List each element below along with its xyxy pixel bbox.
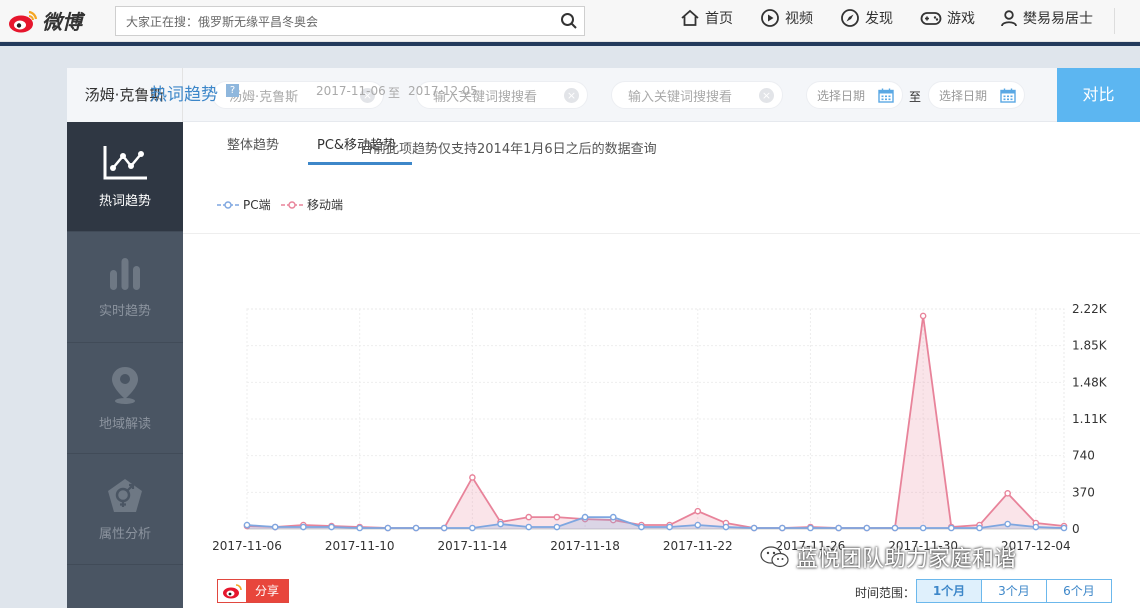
- pc-data-point: [328, 523, 335, 531]
- share-button-label: 分享: [246, 580, 288, 602]
- range-1-month-button[interactable]: 1个月: [916, 579, 982, 603]
- y-tick-label: 0: [1072, 522, 1080, 536]
- pc-data-point: [976, 524, 983, 532]
- pc-data-point: [609, 513, 617, 521]
- pc-data-point: [666, 523, 673, 531]
- y-tick-label: 370: [1072, 485, 1095, 499]
- pc-data-point: [948, 524, 955, 532]
- range-3-months-button[interactable]: 3个月: [981, 579, 1047, 603]
- share-button[interactable]: 分享: [217, 579, 289, 603]
- pc-data-point: [356, 524, 363, 532]
- pc-data-point: [553, 523, 561, 531]
- time-range-label: 时间范围：: [855, 586, 916, 600]
- pc-data-point: [835, 524, 842, 532]
- x-tick-label: 2017-11-10: [325, 539, 395, 553]
- pc-data-point: [807, 524, 814, 532]
- pc-data-point: [778, 524, 786, 532]
- pc-data-point: [525, 523, 533, 531]
- pc-data-point: [497, 520, 504, 528]
- y-tick-label: 1.85K: [1072, 339, 1108, 353]
- trend-chart: 0 370 740 1.11K 1.48K 1.85K 2.22K 2017-11-06 201…: [212, 302, 1108, 553]
- mobile-data-point: [1004, 490, 1011, 497]
- pc-data-point: [722, 523, 730, 531]
- watermark: 蓝悦团队助力家庭和谐: [760, 541, 1016, 573]
- mobile-data-point: [525, 513, 533, 521]
- x-tick-label: 2017-11-18: [550, 539, 620, 553]
- wechat-icon: [760, 546, 789, 568]
- pc-data-point: [919, 524, 927, 532]
- x-tick-label: 2017-11-14: [438, 539, 508, 553]
- mobile-data-point: [553, 513, 561, 521]
- pc-data-point: [638, 523, 645, 531]
- pc-data-point: [863, 524, 871, 532]
- pc-data-point: [1004, 520, 1011, 528]
- pc-data-point: [412, 524, 420, 532]
- y-tick-label: 1.11K: [1072, 412, 1108, 426]
- pc-data-point: [440, 524, 448, 532]
- pc-data-point: [1060, 524, 1068, 532]
- pc-data-point: [694, 521, 702, 529]
- y-tick-label: 1.48K: [1072, 375, 1108, 389]
- pc-data-point: [243, 521, 251, 529]
- pc-data-point: [384, 524, 392, 532]
- mobile-data-point: [469, 474, 476, 481]
- y-tick-label: 2.22K: [1072, 302, 1108, 316]
- mobile-series-area: [247, 315, 1064, 529]
- pc-data-point: [581, 513, 589, 521]
- x-tick-label: 2017-11-22: [663, 539, 733, 553]
- x-tick-label: 2017-11-06: [212, 539, 282, 553]
- mobile-data-point: [919, 312, 927, 320]
- weibo-share-icon: [218, 580, 246, 602]
- watermark-text: 蓝悦团队助力家庭和谐: [796, 547, 1017, 572]
- pc-data-point: [469, 524, 476, 532]
- y-tick-label: 740: [1072, 449, 1095, 463]
- mobile-data-point: [694, 507, 702, 515]
- pc-data-point: [300, 523, 307, 531]
- range-6-months-button[interactable]: 6个月: [1046, 579, 1112, 603]
- pc-data-point: [271, 523, 279, 531]
- pc-data-point: [891, 524, 899, 532]
- pc-data-point: [1032, 523, 1040, 531]
- pc-data-point: [750, 524, 758, 532]
